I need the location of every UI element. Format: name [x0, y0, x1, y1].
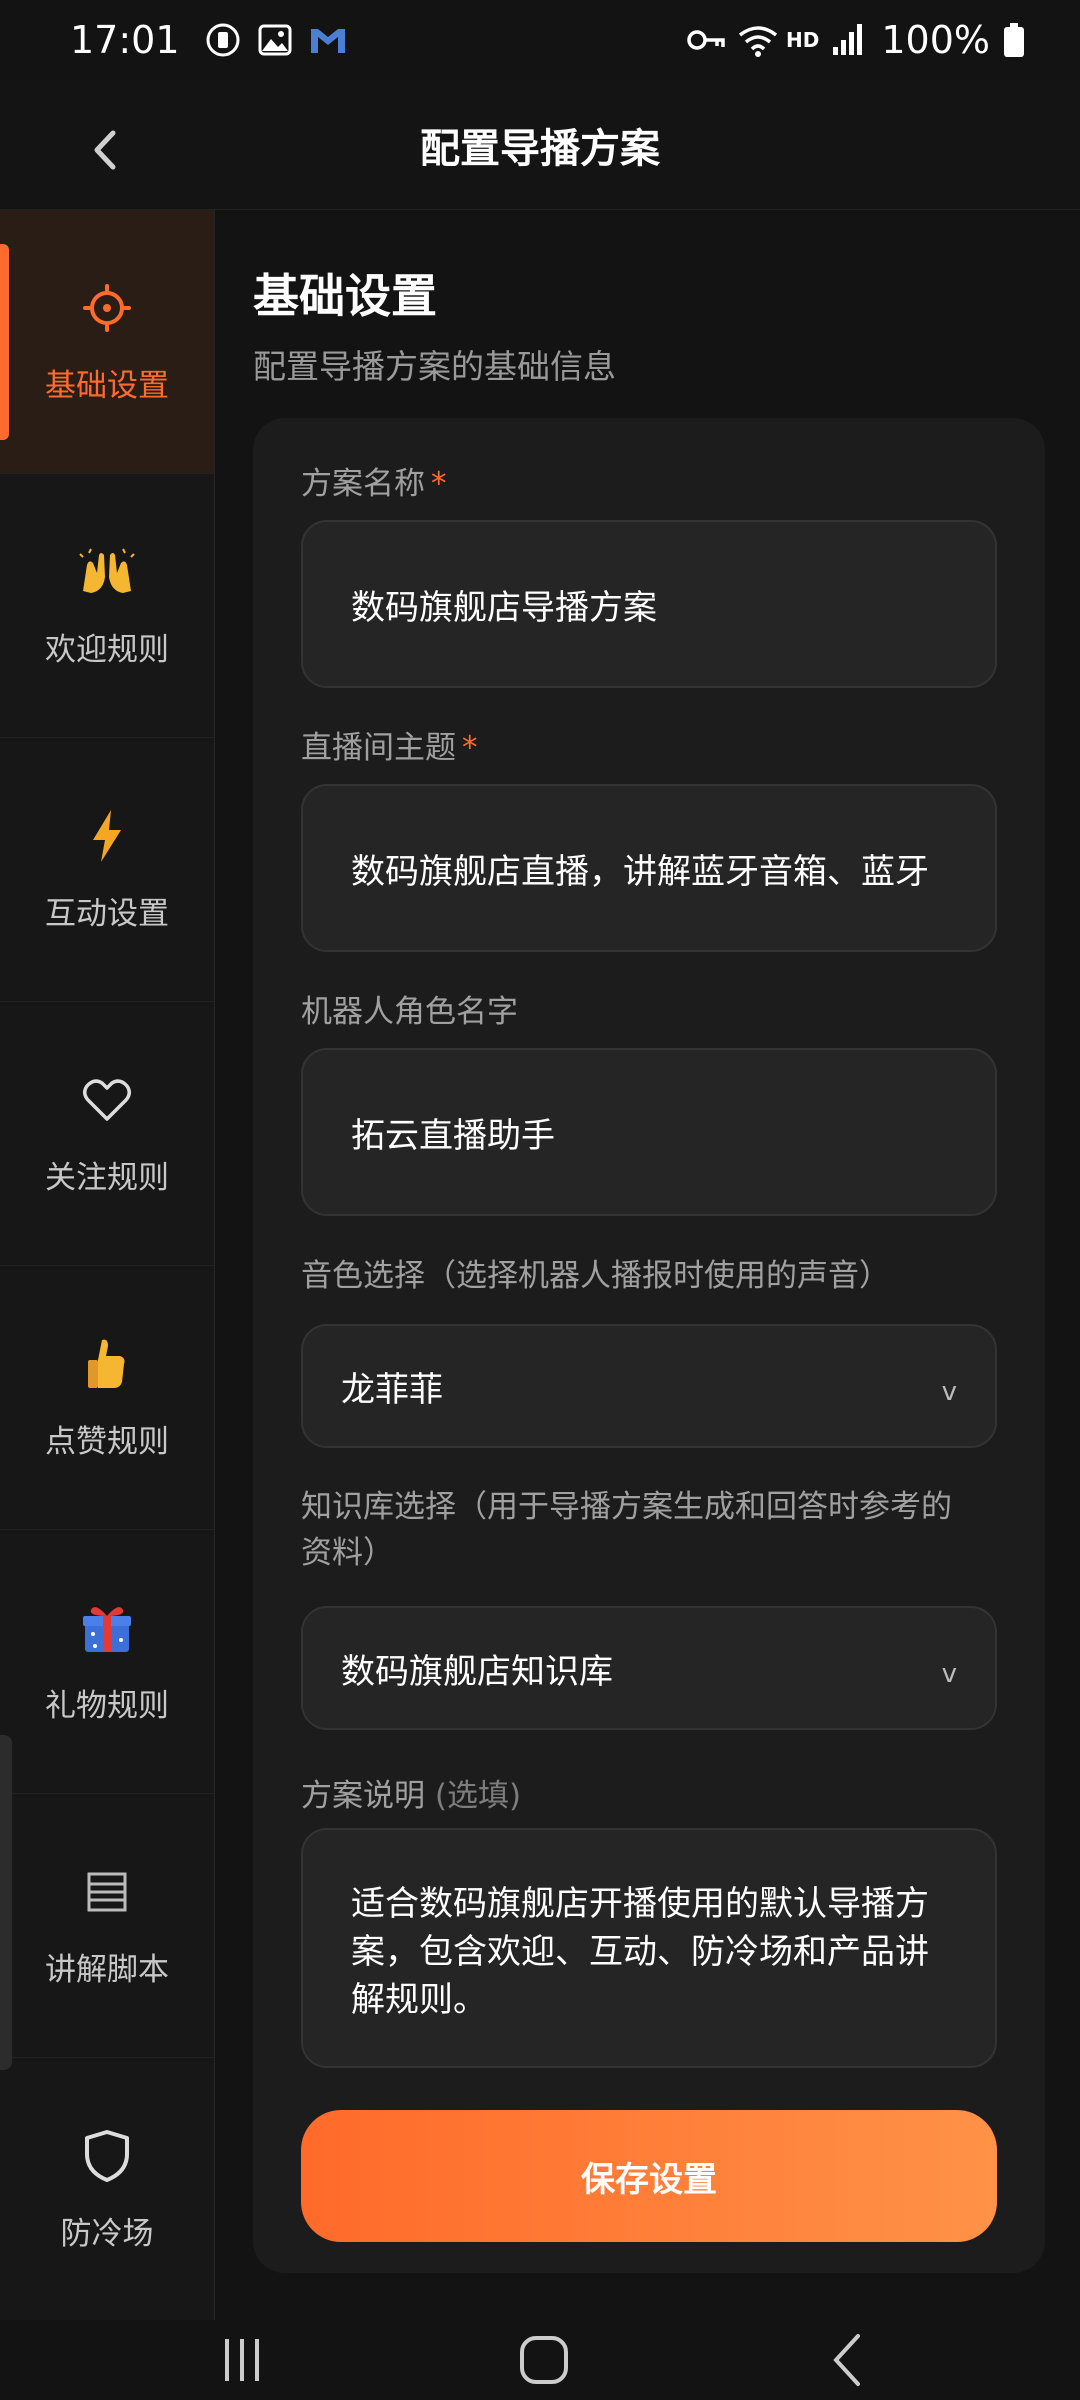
- robot-name-input[interactable]: 拓云直播助手: [301, 1048, 997, 1216]
- plan-name-label: 方案名称 *: [301, 458, 447, 503]
- sidebar-item-gift-rules[interactable]: 礼物规则: [0, 1530, 214, 1794]
- robot-name-label: 机器人角色名字: [301, 994, 518, 1030]
- save-button[interactable]: 保存设置: [301, 2110, 997, 2242]
- back-button[interactable]: [70, 115, 140, 185]
- section-subtitle: 配置导播方案的基础信息: [253, 347, 616, 386]
- section-title: 基础设置: [253, 269, 437, 323]
- sidebar-item-label: 防冷场: [60, 2216, 154, 2252]
- chevron-left-icon: [94, 130, 116, 170]
- chevron-down-icon: v: [941, 1659, 957, 1689]
- voice-select-label: 音色选择（选择机器人播报时使用的声音）: [301, 1258, 890, 1294]
- thumbs-up-icon: [77, 1334, 137, 1394]
- sidebar-item-basic-settings[interactable]: 基础设置: [0, 210, 214, 474]
- sidebar-item-label: 礼物规则: [45, 1688, 169, 1724]
- status-time: 17:01: [70, 18, 180, 62]
- sidebar-item-welcome-rules[interactable]: 欢迎规则: [0, 474, 214, 738]
- back-icon: [833, 2334, 860, 2386]
- knowledge-label-line2: 资料）: [301, 1535, 394, 1571]
- back-nav-button[interactable]: [798, 2320, 898, 2400]
- heart-icon: [77, 1070, 137, 1130]
- sidebar-item-label: 关注规则: [45, 1160, 169, 1196]
- sidebar-item-label: 讲解脚本: [45, 1952, 169, 1988]
- gmail-icon: [308, 21, 346, 59]
- lightning-icon: [77, 806, 137, 866]
- sidebar: 基础设置 欢迎规则 互动设置 关注规则 点赞规则 礼物规则 讲解脚本 防冷场: [0, 210, 215, 2322]
- required-mark: *: [431, 466, 447, 502]
- gear-icon: [77, 278, 137, 338]
- knowledge-label-line1: 知识库选择（用于导播方案生成和回答时参考的: [301, 1489, 952, 1525]
- voice-select-value: 龙菲菲: [341, 1369, 443, 1410]
- app-header: 配置导播方案: [0, 80, 1080, 210]
- sidebar-scroll-handle[interactable]: [0, 1735, 12, 2070]
- home-button[interactable]: [494, 2320, 594, 2400]
- list-icon: [77, 1862, 137, 1922]
- raised-hands-icon: [77, 542, 137, 602]
- sidebar-item-label: 欢迎规则: [45, 632, 169, 668]
- sidebar-item-follow-rules[interactable]: 关注规则: [0, 1002, 214, 1266]
- shield-icon: [77, 2126, 137, 2186]
- voice-select[interactable]: 龙菲菲 v: [301, 1324, 997, 1448]
- battery-icon: [1002, 21, 1040, 59]
- status-bar: 17:01 HD 100%: [0, 0, 1080, 80]
- sidebar-item-label: 基础设置: [45, 368, 169, 404]
- optional-mark: (选填): [434, 1778, 522, 1814]
- knowledge-select[interactable]: 数码旗舰店知识库 v: [301, 1606, 997, 1730]
- live-topic-label: 直播间主题 *: [301, 722, 478, 767]
- sidebar-item-like-rules[interactable]: 点赞规则: [0, 1266, 214, 1530]
- recent-apps-button[interactable]: [192, 2320, 292, 2400]
- knowledge-select-label: 知识库选择（用于导播方案生成和回答时参考的 资料）: [301, 1484, 952, 1576]
- knowledge-select-value: 数码旗舰店知识库: [341, 1651, 613, 1692]
- recent-apps-icon: [225, 2339, 259, 2381]
- sidebar-item-explain-script[interactable]: 讲解脚本: [0, 1794, 214, 2058]
- description-label-text: 方案说明: [301, 1778, 425, 1814]
- home-icon: [520, 2336, 568, 2384]
- vpn-key-icon: [686, 21, 725, 59]
- page-title: 配置导播方案: [420, 125, 660, 172]
- description-label: 方案说明 (选填): [301, 1770, 521, 1815]
- plan-name-label-text: 方案名称: [301, 466, 425, 502]
- chevron-down-icon: v: [941, 1377, 957, 1407]
- timer-icon: [204, 21, 242, 59]
- gallery-icon: [256, 21, 294, 59]
- gift-icon: [77, 1598, 137, 1658]
- wifi-icon: [736, 21, 778, 59]
- plan-name-input[interactable]: 数码旗舰店导播方案: [301, 520, 997, 688]
- battery-percent: 100%: [881, 18, 990, 62]
- description-textarea[interactable]: 适合数码旗舰店开播使用的默认导播方案，包含欢迎、互动、防冷场和产品讲解规则。: [301, 1828, 997, 2068]
- settings-card: 方案名称 * 数码旗舰店导播方案 直播间主题 * 数码旗舰店直播，讲解蓝牙音箱、蓝牙…: [253, 418, 1045, 2273]
- status-bar-right: HD 100%: [686, 18, 1040, 62]
- status-bar-left: 17:01: [70, 18, 346, 62]
- sidebar-item-label: 点赞规则: [45, 1424, 169, 1460]
- sidebar-item-interaction-settings[interactable]: 互动设置: [0, 738, 214, 1002]
- network-type-label: HD: [786, 28, 820, 52]
- required-mark: *: [462, 730, 478, 766]
- live-topic-label-text: 直播间主题: [301, 730, 456, 766]
- sidebar-item-label: 互动设置: [45, 896, 169, 932]
- sidebar-item-anti-silence[interactable]: 防冷场: [0, 2058, 214, 2322]
- live-topic-input[interactable]: 数码旗舰店直播，讲解蓝牙音箱、蓝牙: [301, 784, 997, 952]
- system-nav-bar: [0, 2320, 1080, 2400]
- signal-icon: [831, 21, 869, 59]
